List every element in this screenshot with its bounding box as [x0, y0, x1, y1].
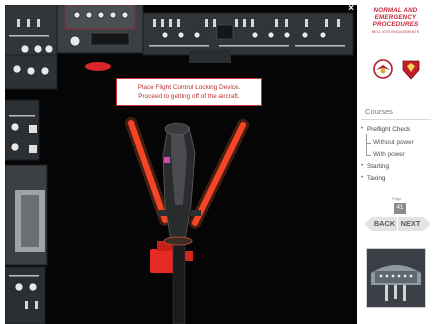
instruction-line-1: Place Flight Control Locking Device.	[137, 84, 241, 91]
tree-connector	[366, 155, 371, 156]
instruction-callout: Place Flight Control Locking Device. Pro…	[116, 78, 262, 106]
army-aviation-emblem-icon	[373, 59, 393, 79]
page-number: 41	[394, 203, 406, 214]
back-button[interactable]: BACK	[372, 217, 397, 231]
unit-shield-emblem-icon	[402, 60, 420, 80]
bullet-icon: •	[361, 163, 364, 169]
hotspot-marker[interactable]	[85, 62, 111, 71]
courses-divider	[361, 119, 431, 120]
course-item-taxing[interactable]: Taxing	[367, 175, 385, 182]
emblems	[368, 58, 424, 80]
courses-heading: Courses	[365, 107, 393, 116]
brand-title: NORMAL AND EMERGENCY PROCEDURES BELL 407…	[358, 7, 433, 35]
page-caption: Page	[392, 196, 402, 201]
next-button[interactable]: NEXT	[398, 217, 423, 231]
bullet-icon: •	[361, 175, 364, 181]
course-sidebar: NORMAL AND EMERGENCY PROCEDURES BELL 407…	[358, 0, 433, 324]
instruction-line-2: Proceed to getting off of the aircraft.	[138, 93, 240, 100]
app-window: Place Flight Control Locking Device. Pro…	[0, 0, 433, 324]
brand-line-3: PROCEDURES	[372, 20, 419, 28]
next-arrow-icon[interactable]	[423, 217, 431, 231]
cockpit-viewport[interactable]: Place Flight Control Locking Device. Pro…	[5, 5, 357, 324]
brand-subtitle: BELL 407B ENGAGEMENTS	[371, 30, 419, 35]
course-item-preflight-check[interactable]: Preflight Check	[367, 126, 410, 133]
cockpit-thumbnail-image	[367, 249, 425, 307]
course-item-without-power[interactable]: Without power	[373, 139, 414, 146]
bullet-icon: •	[361, 126, 364, 132]
course-item-with-power[interactable]: With power	[373, 151, 405, 158]
cockpit-thumbnail[interactable]	[366, 248, 426, 308]
close-button[interactable]: ×	[346, 4, 356, 14]
tree-connector	[366, 143, 371, 144]
cockpit-scene	[5, 5, 354, 324]
back-arrow-icon[interactable]	[364, 217, 372, 231]
tree-connector	[366, 134, 367, 156]
course-item-starting[interactable]: Starting	[367, 163, 389, 170]
